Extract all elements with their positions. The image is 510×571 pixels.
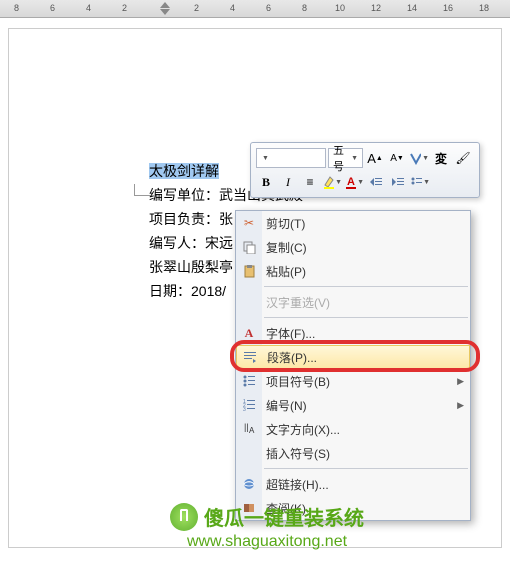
bullets-button[interactable]: ▼ xyxy=(410,172,430,192)
page-margin-corner xyxy=(134,184,150,196)
numbering-icon: 123 xyxy=(240,396,258,414)
menu-hyperlink[interactable]: 超链接(H)... xyxy=(236,472,470,496)
svg-text:A: A xyxy=(249,426,255,435)
font-icon: A xyxy=(240,324,258,342)
menu-separator xyxy=(264,317,468,318)
grow-font-button[interactable]: A▲ xyxy=(365,148,385,168)
center-align-button[interactable]: ≡ xyxy=(300,172,320,192)
font-color-button[interactable]: A▼ xyxy=(344,172,364,192)
bullets-icon xyxy=(240,372,258,390)
brush-icon: 🖌 xyxy=(455,151,470,165)
font-name-combo[interactable]: ▼ xyxy=(256,148,326,168)
menu-text-direction[interactable]: ||A 文字方向(X)... xyxy=(236,417,470,441)
context-menu: ✂ 剪切(T) 复制(C) 粘贴(P) 汉字重选(V) A 字体(F)... 段… xyxy=(235,210,471,521)
watermark-brand: 傻瓜一键重装系统 xyxy=(204,502,364,531)
mini-toolbar: ▼ 五号▼ A▲ A▼ ▼ 変 🖌 B I ≡ ▼ A▼ ▼ xyxy=(250,142,480,198)
selected-text[interactable]: 太极剑详解 xyxy=(149,163,219,179)
menu-copy[interactable]: 复制(C) xyxy=(236,235,470,259)
first-line-indent-marker[interactable] xyxy=(160,2,170,8)
highlight-color-button[interactable]: ▼ xyxy=(322,172,342,192)
watermark-url: www.shaguaxitong.net xyxy=(170,533,364,551)
shrink-font-button[interactable]: A▼ xyxy=(387,148,407,168)
horizontal-ruler: 8 6 4 2 2 4 6 8 10 12 14 16 18 xyxy=(0,0,510,18)
submenu-arrow-icon: ▶ xyxy=(457,376,464,387)
paragraph-icon xyxy=(241,348,259,366)
watermark: 傻瓜一键重装系统 www.shaguaxitong.net xyxy=(170,502,364,551)
text-direction-icon: ||A xyxy=(240,420,258,438)
menu-paste[interactable]: 粘贴(P) xyxy=(236,259,470,283)
menu-separator xyxy=(264,468,468,469)
format-painter-button[interactable]: 🖌 xyxy=(453,148,473,168)
italic-button[interactable]: I xyxy=(278,172,298,192)
menu-reconvert: 汉字重选(V) xyxy=(236,290,470,314)
menu-paragraph[interactable]: 段落(P)... xyxy=(236,345,470,369)
font-size-combo[interactable]: 五号▼ xyxy=(328,148,363,168)
svg-text:3: 3 xyxy=(243,407,246,412)
cut-icon: ✂ xyxy=(240,214,258,232)
svg-text:A: A xyxy=(347,176,355,188)
increase-indent-button[interactable] xyxy=(388,172,408,192)
style-button[interactable]: ▼ xyxy=(409,148,429,168)
svg-text:||: || xyxy=(244,422,249,432)
phonetic-guide-button[interactable]: 変 xyxy=(431,148,451,168)
menu-insert-symbol[interactable]: 插入符号(S) xyxy=(236,441,470,465)
submenu-arrow-icon: ▶ xyxy=(457,400,464,411)
decrease-indent-button[interactable] xyxy=(366,172,386,192)
menu-bullets[interactable]: 项目符号(B) ▶ xyxy=(236,369,470,393)
watermark-logo-icon xyxy=(170,503,198,531)
menu-cut[interactable]: ✂ 剪切(T) xyxy=(236,211,470,235)
hyperlink-icon xyxy=(240,475,258,493)
menu-font[interactable]: A 字体(F)... xyxy=(236,321,470,345)
paste-icon xyxy=(240,262,258,280)
bold-button[interactable]: B xyxy=(256,172,276,192)
left-indent-marker[interactable] xyxy=(160,9,170,15)
menu-separator xyxy=(264,286,468,287)
copy-icon xyxy=(240,238,258,256)
menu-numbering[interactable]: 123 编号(N) ▶ xyxy=(236,393,470,417)
